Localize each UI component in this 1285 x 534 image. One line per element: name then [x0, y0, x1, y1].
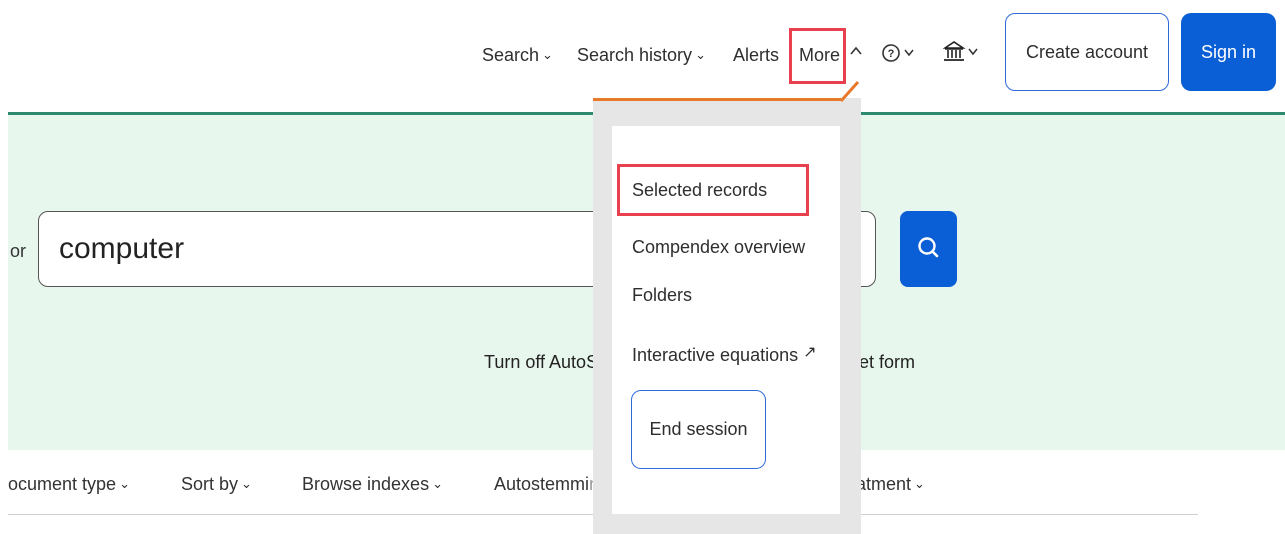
document-type-label: ocument type [8, 474, 117, 494]
dropdown-pointer [839, 80, 860, 102]
help-icon: ? [882, 44, 914, 62]
search-button[interactable] [900, 211, 957, 287]
nav-search-history[interactable]: Search history ⌄ [577, 44, 706, 66]
end-session-button[interactable]: End session [631, 390, 766, 469]
external-link-icon: ↗ [803, 344, 817, 361]
menu-item-compendex-overview[interactable]: Compendex overview [632, 237, 805, 258]
nav-search[interactable]: Search ⌄ [482, 44, 553, 66]
chevron-down-icon: ⌄ [119, 476, 130, 491]
chevron-down-icon: ⌄ [241, 476, 252, 491]
nav-search-history-label: Search history [577, 45, 693, 65]
document-type-filter[interactable]: ocument type ⌄ [8, 474, 130, 495]
browse-indexes-label: Browse indexes [302, 474, 430, 494]
chevron-down-icon: ⌄ [695, 47, 706, 62]
dropdown-accent-line [593, 98, 841, 101]
search-icon [918, 237, 939, 258]
search-label-fragment: or [10, 241, 27, 261]
chevron-down-icon: ⌄ [914, 476, 925, 491]
chevron-down-icon: ⌄ [542, 47, 553, 62]
nav-alerts-label: Alerts [733, 45, 780, 65]
institution-menu[interactable] [942, 40, 983, 64]
sort-by-filter[interactable]: Sort by ⌄ [181, 474, 252, 495]
chevron-up-icon[interactable] [849, 44, 863, 58]
svg-text:?: ? [888, 48, 895, 60]
help-menu[interactable]: ? [881, 42, 921, 64]
nav-alerts[interactable]: Alerts [733, 44, 779, 66]
create-account-button[interactable]: Create account [1005, 13, 1169, 91]
menu-item-interactive-equations[interactable]: Interactive equations ↗ [632, 342, 817, 366]
autostemming-label: Autostemmi [494, 474, 590, 494]
sign-in-button[interactable]: Sign in [1181, 13, 1276, 91]
sort-by-label: Sort by [181, 474, 239, 494]
institution-icon [942, 41, 978, 61]
more-highlight-box [789, 28, 846, 84]
selected-records-highlight-box [617, 164, 809, 216]
nav-search-label: Search [482, 45, 540, 65]
chevron-down-icon: ⌄ [432, 476, 443, 491]
interactive-equations-label: Interactive equations [632, 345, 799, 365]
menu-item-folders[interactable]: Folders [632, 285, 692, 306]
autostemming-filter[interactable]: Autostemming [494, 474, 609, 495]
browse-indexes-filter[interactable]: Browse indexes ⌄ [302, 474, 443, 495]
